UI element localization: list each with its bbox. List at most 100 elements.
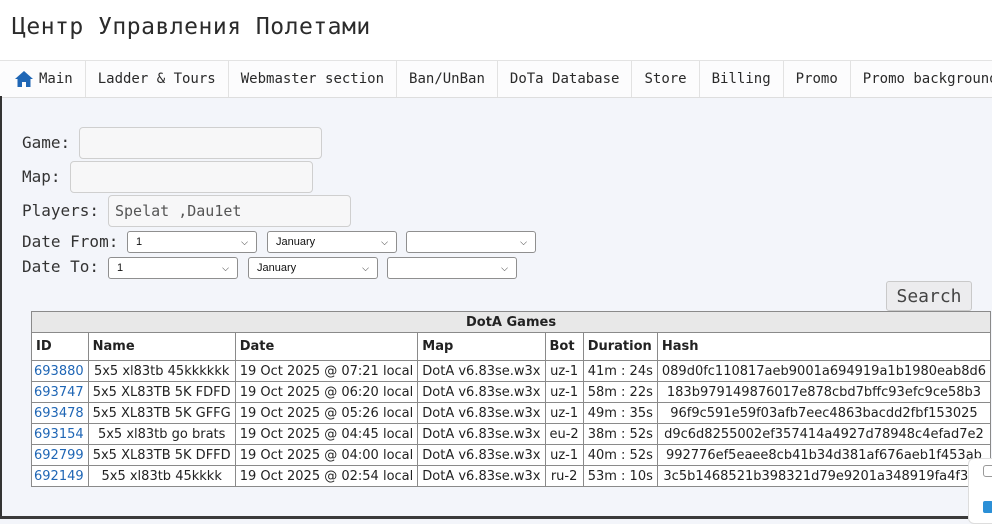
column-header-name: Name [87, 332, 236, 361]
game-input[interactable] [79, 127, 322, 159]
table-row: 692149 5x5 xl83tb 45kkkk 19 Oct 2025 @ 0… [31, 465, 992, 487]
floating-side-widget[interactable] [968, 458, 992, 524]
date-from-day-select[interactable]: 1 ⌵ [127, 231, 257, 253]
date-from-month-value: January [276, 236, 316, 248]
game-hash-cell: 96f9c591e59f03afb7eec4863bacdd2fbf153025 [656, 402, 992, 424]
chevron-down-icon: ⌵ [520, 236, 527, 247]
game-id-cell: 692149 [31, 465, 89, 487]
table-row: 693880 5x5 xl83tb 45kkkkkk 19 Oct 2025 @… [31, 360, 992, 382]
chevron-down-icon: ⌵ [501, 262, 508, 273]
map-label: Map: [22, 167, 61, 186]
home-icon [14, 70, 34, 88]
game-duration-cell: 38m : 52s [582, 423, 658, 445]
page-border-bottom [0, 516, 968, 519]
table-row: 693478 5x5 XL83TB 5K GFFG 19 Oct 2025 @ … [31, 402, 992, 424]
table-row: 693154 5x5 xl83tb go brats 19 Oct 2025 @… [31, 423, 992, 445]
game-hash-cell: 089d0fc110817aeb9001a694919a1b1980eab8d6 [656, 360, 992, 382]
game-id-link[interactable]: 692799 [34, 448, 84, 463]
game-id-cell: 693154 [31, 423, 89, 445]
game-bot-cell: uz-1 [544, 402, 584, 424]
game-label: Game: [22, 133, 71, 152]
nav-item-ladder-tours[interactable]: Ladder & Tours [86, 61, 229, 97]
chevron-down-icon: ⌵ [381, 236, 388, 247]
game-date-cell: 19 Oct 2025 @ 07:21 local [234, 360, 419, 382]
game-date-cell: 19 Oct 2025 @ 05:26 local [234, 402, 419, 424]
nav-item-main[interactable]: Main [0, 61, 86, 97]
game-hash-cell: 3c5b1468521b398321d79e9201a348919fa4f3a3 [656, 465, 992, 487]
nav-item-store[interactable]: Store [632, 61, 700, 97]
site-title: Центр Управления Полетами [12, 14, 371, 40]
game-name-cell: 5x5 XL83TB 5K DFFD [87, 444, 236, 466]
game-id-cell: 692799 [31, 444, 89, 466]
page-border-left [0, 96, 2, 516]
column-header-map: Map [417, 332, 546, 361]
chat-icon [983, 465, 992, 477]
date-from-year-select[interactable]: ⌵ [406, 231, 536, 253]
map-input[interactable] [70, 161, 313, 193]
game-id-cell: 693747 [31, 381, 89, 403]
game-name-cell: 5x5 xl83tb 45kkkk [87, 465, 236, 487]
header: Центр Управления Полетами [0, 0, 992, 60]
players-label: Players: [22, 201, 100, 220]
game-map-cell: DotA v6.83se.w3x [417, 423, 546, 445]
table-row: 693747 5x5 XL83TB 5K FDFD 19 Oct 2025 @ … [31, 381, 992, 403]
game-bot-cell: uz-1 [544, 360, 584, 382]
search-button[interactable]: Search [886, 281, 972, 311]
nav-item-label: Main [39, 71, 73, 87]
game-id-cell: 693478 [31, 402, 89, 424]
game-map-cell: DotA v6.83se.w3x [417, 360, 546, 382]
chevron-down-icon: ⌵ [362, 262, 369, 273]
date-to-year-select[interactable]: ⌵ [387, 257, 517, 279]
nav-item-ban-unban[interactable]: Ban/UnBan [397, 61, 498, 97]
nav-item-promo-background[interactable]: Promo background [851, 61, 992, 97]
game-date-cell: 19 Oct 2025 @ 02:54 local [234, 465, 419, 487]
game-bot-cell: ru-2 [544, 465, 584, 487]
game-id-link[interactable]: 693880 [34, 364, 84, 379]
game-date-cell: 19 Oct 2025 @ 04:00 local [234, 444, 419, 466]
game-name-cell: 5x5 XL83TB 5K GFFG [87, 402, 236, 424]
chevron-down-icon: ⌵ [241, 236, 248, 247]
game-name-cell: 5x5 xl83tb go brats [87, 423, 236, 445]
game-name-cell: 5x5 XL83TB 5K FDFD [87, 381, 236, 403]
game-map-cell: DotA v6.83se.w3x [417, 402, 546, 424]
chevron-down-icon: ⌵ [222, 262, 229, 273]
players-input[interactable] [108, 195, 351, 227]
games-table: DotA Games ID Name Date Map Bot Duration… [30, 311, 992, 487]
game-id-cell: 693880 [31, 360, 89, 382]
date-from-day-value: 1 [136, 236, 143, 248]
column-header-duration: Duration [582, 332, 658, 361]
game-id-link[interactable]: 693154 [34, 427, 84, 442]
game-id-link[interactable]: 693478 [34, 406, 84, 421]
game-duration-cell: 41m : 24s [582, 360, 658, 382]
game-name-cell: 5x5 xl83tb 45kkkkkk [87, 360, 236, 382]
game-date-cell: 19 Oct 2025 @ 04:45 local [234, 423, 419, 445]
game-bot-cell: uz-1 [544, 381, 584, 403]
game-date-cell: 19 Oct 2025 @ 06:20 local [234, 381, 419, 403]
date-to-label: Date To: [22, 257, 100, 276]
nav-item-webmaster-section[interactable]: Webmaster section [229, 61, 398, 97]
game-duration-cell: 53m : 10s [582, 465, 658, 487]
game-hash-cell: 183b979149876017e878cbd7bffc93efc9ce58b3 [656, 381, 992, 403]
date-from-label: Date From: [22, 232, 119, 251]
date-from-month-select[interactable]: January ⌵ [267, 231, 397, 253]
date-to-day-value: 1 [117, 262, 124, 274]
game-id-link[interactable]: 693747 [34, 385, 84, 400]
date-to-month-select[interactable]: January ⌵ [248, 257, 378, 279]
table-row: 692799 5x5 XL83TB 5K DFFD 19 Oct 2025 @ … [31, 444, 992, 466]
column-header-bot: Bot [544, 332, 584, 361]
table-caption: DotA Games [30, 311, 992, 333]
game-hash-cell: 992776ef5eaee8cb41b34d381af676aeb1f453ab [656, 444, 992, 466]
date-to-day-select[interactable]: 1 ⌵ [108, 257, 238, 279]
game-map-cell: DotA v6.83se.w3x [417, 444, 546, 466]
date-to-month-value: January [257, 262, 297, 274]
game-map-cell: DotA v6.83se.w3x [417, 381, 546, 403]
game-bot-cell: eu-2 [544, 423, 584, 445]
game-bot-cell: uz-1 [544, 444, 584, 466]
column-header-hash: Hash [656, 332, 992, 361]
nav-item-billing[interactable]: Billing [700, 61, 784, 97]
nav-item-dota-database[interactable]: DoTa Database [498, 61, 633, 97]
nav-item-promo[interactable]: Promo [784, 61, 851, 97]
game-duration-cell: 58m : 22s [582, 381, 658, 403]
game-id-link[interactable]: 692149 [34, 469, 84, 484]
game-hash-cell: d9c6d8255002ef357414a4927d78948c4efad7e2 [656, 423, 992, 445]
